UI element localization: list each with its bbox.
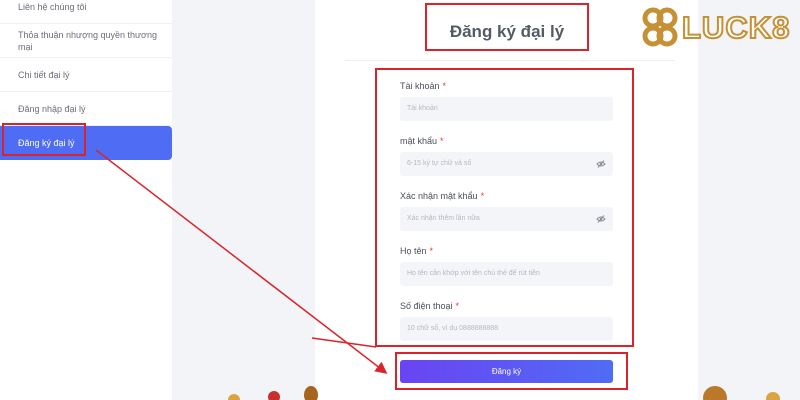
sidebar-item-agent-login[interactable]: Đăng nhập đại lý (0, 92, 172, 126)
sidebar-item-label: Đăng nhập đại lý (18, 103, 86, 114)
register-button[interactable]: Đăng ký (400, 360, 613, 383)
required-mark: * (442, 81, 447, 91)
sidebar-item-agent-details[interactable]: Chi tiết đại lý (0, 58, 172, 92)
required-mark: * (480, 191, 485, 201)
sidebar-item-label: Đăng ký đại lý (18, 138, 75, 148)
confirm-password-label: Xác nhận mật khẩu * (400, 191, 485, 201)
fullname-label: Họ tên * (400, 246, 434, 256)
confirm-password-placeholder: Xác nhận thêm lần nữa (407, 215, 480, 222)
logo-text: LUCK8 (681, 9, 791, 46)
account-input[interactable]: Tài khoản (400, 97, 613, 121)
fullname-input[interactable]: Họ tên cần khớp với tên chủ thẻ để rút t… (400, 262, 613, 286)
confirm-password-input[interactable]: Xác nhận thêm lần nữa (400, 207, 613, 231)
luck8-clover-icon (642, 7, 678, 47)
coin-decoration (304, 386, 318, 400)
coin-decoration (703, 386, 727, 400)
luck8-logo: LUCK8 (640, 2, 800, 54)
page-title: Đăng ký đại lý (449, 22, 565, 41)
phone-placeholder: 10 chữ số, ví dụ 0888888888 (407, 325, 499, 332)
phone-input[interactable]: 10 chữ số, ví dụ 0888888888 (400, 317, 613, 341)
fullname-placeholder: Họ tên cần khớp với tên chủ thẻ để rút t… (407, 270, 540, 277)
coin-decoration (228, 394, 240, 400)
eye-off-icon[interactable] (593, 207, 609, 231)
sidebar: Liên hệ chúng tôi Thỏa thuận nhượng quyề… (0, 0, 172, 400)
register-button-label: Đăng ký (491, 367, 522, 376)
required-mark: * (440, 136, 444, 146)
ball-decoration (268, 391, 280, 400)
sidebar-item-contact[interactable]: Liên hệ chúng tôi (0, 0, 172, 24)
title-divider (345, 60, 675, 61)
coin-decoration (766, 392, 780, 400)
phone-label: Số điện thoại * (400, 301, 460, 311)
password-input[interactable]: 6-15 ký tự chữ và số (400, 152, 613, 176)
sidebar-item-label: Thỏa thuận nhượng quyền thương mại (18, 29, 157, 52)
sidebar-item-franchise-agreement[interactable]: Thỏa thuận nhượng quyền thương mại (0, 24, 172, 58)
sidebar-item-label: Chi tiết đại lý (18, 69, 70, 80)
password-placeholder: 6-15 ký tự chữ và số (407, 160, 472, 167)
account-placeholder: Tài khoản (407, 105, 438, 112)
sidebar-item-agent-register[interactable]: Đăng ký đại lý (0, 126, 172, 160)
password-label: mật khẩu * (400, 136, 444, 146)
account-label: Tài khoản * (400, 81, 447, 91)
eye-off-icon[interactable] (593, 152, 609, 176)
required-mark: * (455, 301, 460, 311)
sidebar-item-label: Liên hệ chúng tôi (18, 1, 87, 12)
required-mark: * (429, 246, 434, 256)
